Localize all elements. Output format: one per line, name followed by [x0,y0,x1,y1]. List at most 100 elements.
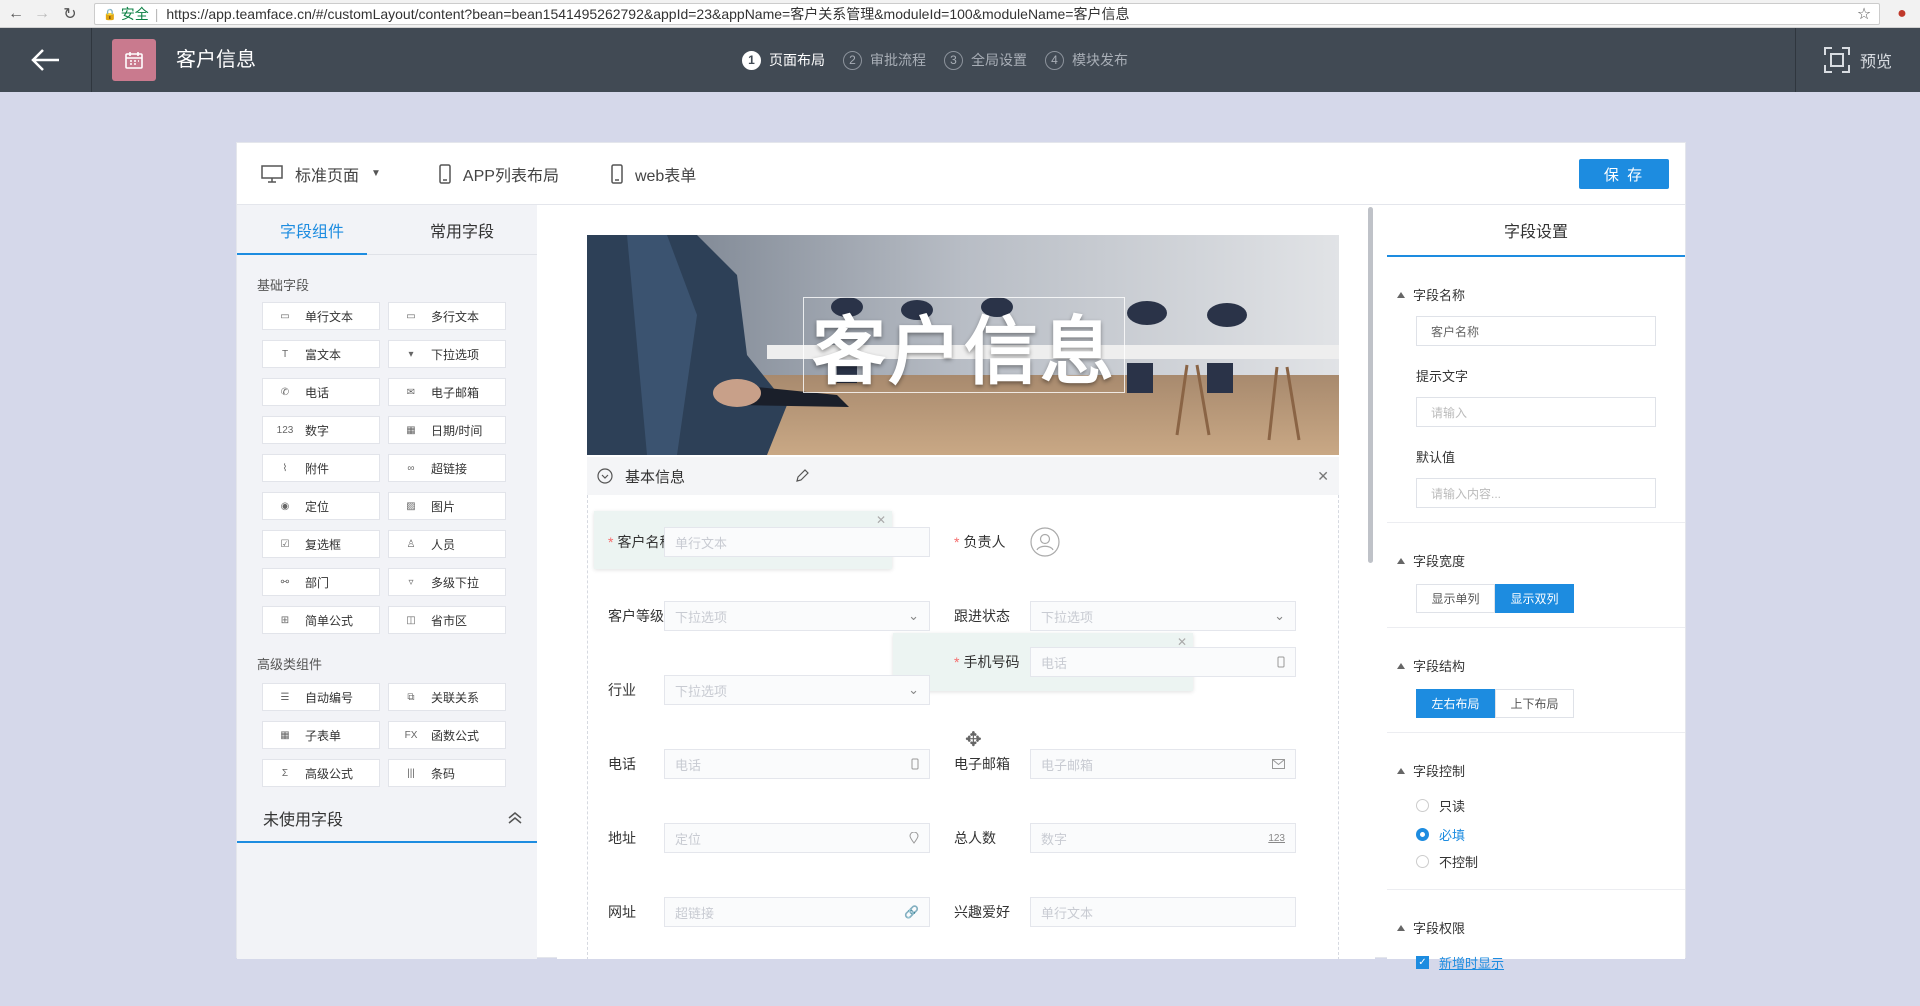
component-formula[interactable]: ⊞ 简单公式 [262,606,380,634]
component-location[interactable]: ◉ 定位 [262,492,380,520]
left-right-layout-option[interactable]: 左右布局 [1416,689,1495,718]
canvas-scrollbar[interactable] [1368,207,1373,563]
component-department[interactable]: ⚯ 部门 [262,568,380,596]
top-bottom-layout-option[interactable]: 上下布局 [1495,689,1574,718]
remove-field-icon[interactable]: ✕ [876,513,886,527]
step-number: 1 [742,50,761,70]
preview-button[interactable]: 预览 [1795,28,1920,92]
field-width-title[interactable]: 字段宽度 [1387,523,1685,570]
field-name-input[interactable]: 客户名称 [1416,316,1656,346]
double-column-option[interactable]: 显示双列 [1495,584,1574,613]
image-icon: ▨ [406,500,416,512]
component-region[interactable]: ◫ 省市区 [388,606,506,634]
formula-icon: ⊞ [280,614,290,626]
customer-name-input[interactable]: 单行文本 [664,527,930,557]
component-single-text[interactable]: ▭ 单行文本 [262,302,380,330]
component-multi-text[interactable]: ▭ 多行文本 [388,302,506,330]
placeholder: 下拉选项 [1041,609,1094,625]
collapse-up-icon[interactable] [507,811,523,825]
field-structure-title[interactable]: 字段结构 [1387,628,1685,675]
headcount-input[interactable]: 数字 123 [1030,823,1296,853]
tab-field-components[interactable]: 字段组件 [237,205,387,255]
required-radio[interactable]: 必填 [1416,825,1685,844]
multilevel-dropdown-icon: ▿ [408,576,414,588]
step-layout[interactable]: 1 页面布局 [742,50,825,70]
forward-arrow-icon[interactable]: → [30,0,54,28]
radio-circle [1416,828,1429,841]
section-title-text: 字段控制 [1413,764,1466,779]
component-link[interactable]: ∞ 超链接 [388,454,506,482]
component-calendar[interactable]: ▦ 日期/时间 [388,416,506,444]
component-auto-number[interactable]: ☰ 自动编号 [262,683,380,711]
customer-level-select[interactable]: 下拉选项 ⌄ [664,601,930,631]
component-multilevel-dropdown[interactable]: ▿ 多级下拉 [388,568,506,596]
function-icon: FX [404,729,418,741]
readonly-radio[interactable]: 只读 [1416,796,1685,815]
field-label-text: 手机号码 [963,654,1020,670]
address-input[interactable]: 定位 [664,823,930,853]
edit-pencil-icon[interactable] [795,469,809,483]
step-publish[interactable]: 4 模块发布 [1045,50,1128,70]
back-arrow-icon[interactable]: ← [4,0,28,28]
web-form-tab[interactable]: web表单 [611,162,696,186]
mobile-input[interactable]: 电话 [1030,647,1296,677]
radio-circle [1416,855,1429,868]
section-header[interactable]: 基本信息 ✕ [587,457,1339,495]
required-mark: * [954,654,960,670]
component-relation[interactable]: ⧉ 关联关系 [388,683,506,711]
email-input[interactable]: 电子邮箱 [1030,749,1296,779]
component-dropdown[interactable]: ▾ 下拉选项 [388,340,506,368]
bookmark-star-icon[interactable]: ☆ [1852,0,1876,28]
component-sigma[interactable]: Σ 高级公式 [262,759,380,787]
default-value-input[interactable]: 请输入内容... [1416,478,1656,508]
component-person[interactable]: ♙ 人员 [388,530,506,558]
component-email[interactable]: ✉ 电子邮箱 [388,378,506,406]
hint-text-input[interactable]: 请输入 [1416,397,1656,427]
extension-icon[interactable]: ● [1890,0,1914,28]
show-on-create-checkbox[interactable]: ✓ 新增时显示 [1416,953,1685,972]
hobby-input[interactable]: 单行文本 [1030,897,1296,927]
component-checkbox[interactable]: ☑ 复选框 [262,530,380,558]
component-barcode[interactable]: ||| 条码 [388,759,506,787]
save-button[interactable]: 保 存 [1579,159,1669,189]
component-subform[interactable]: ▦ 子表单 [262,721,380,749]
single-column-option[interactable]: 显示单列 [1416,584,1495,613]
back-button[interactable] [0,28,92,92]
component-label: 超链接 [431,461,468,476]
component-label: 自动编号 [305,690,354,705]
person-avatar-icon[interactable] [1030,527,1060,557]
collapse-triangle-icon [1397,291,1405,298]
no-control-radio[interactable]: 不控制 [1416,852,1685,871]
component-label: 函数公式 [431,728,480,743]
component-rich-text[interactable]: T 富文本 [262,340,380,368]
component-image[interactable]: ▨ 图片 [388,492,506,520]
reload-icon[interactable]: ↻ [58,0,82,28]
field-control-title[interactable]: 字段控制 [1387,733,1685,780]
field-follow-status: 跟进状态 下拉选项 ⌄ [954,601,1296,631]
component-function[interactable]: FX 函数公式 [388,721,506,749]
close-icon[interactable]: ✕ [1317,468,1329,485]
website-input[interactable]: 超链接 🔗 [664,897,930,927]
field-customer-level: 客户等级 下拉选项 ⌄ [588,601,930,631]
field-name-title[interactable]: 字段名称 [1387,257,1685,304]
tab-common-fields[interactable]: 常用字段 [387,205,537,254]
component-phone[interactable]: ✆ 电话 [262,378,380,406]
component-number[interactable]: 123 数字 [262,416,380,444]
component-label: 富文本 [305,347,342,362]
field-label: 总人数 [954,830,996,846]
unused-fields-header[interactable]: 未使用字段 [237,795,537,843]
industry-select[interactable]: 下拉选项 ⌄ [664,675,930,705]
component-attachment[interactable]: ⌇ 附件 [262,454,380,482]
app-list-layout-tab[interactable]: APP列表布局 [439,162,559,186]
standard-page-label: 标准页面 [295,167,360,185]
step-global-settings[interactable]: 3 全局设置 [944,50,1027,70]
url-bar[interactable]: 🔒 安全 | https://app.teamface.cn/#/customL… [94,3,1880,25]
standard-page-dropdown[interactable]: 标准页面 ▼ [261,162,381,186]
step-approval[interactable]: 2 审批流程 [843,50,926,70]
collapse-triangle-icon [1397,767,1405,774]
follow-status-select[interactable]: 下拉选项 ⌄ [1030,601,1296,631]
phone-input[interactable]: 电话 [664,749,930,779]
step-number: 3 [944,50,963,70]
field-permission-title[interactable]: 字段权限 [1387,890,1685,937]
collapse-circle-icon[interactable] [597,468,613,484]
